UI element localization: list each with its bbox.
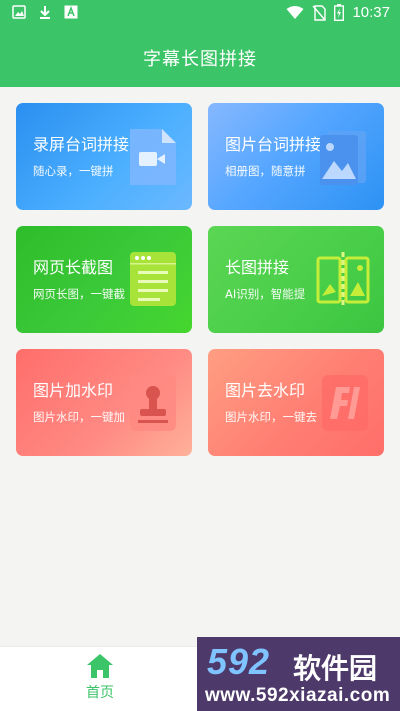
watermark-brand: 软件园 bbox=[293, 652, 378, 685]
app-bar: 字幕长图拼接 bbox=[0, 28, 400, 87]
status-time: 10:37 bbox=[352, 4, 390, 21]
card-subtitle: 相册图，随意拼 bbox=[225, 164, 306, 178]
card-remove-watermark[interactable]: 图片去水印 图片水印，一键去 bbox=[208, 349, 384, 456]
watermark-number: 592 bbox=[207, 641, 271, 682]
page-title: 字幕长图拼接 bbox=[143, 48, 257, 70]
card-title: 长图拼接 bbox=[225, 258, 290, 277]
webpage-document-icon bbox=[130, 252, 176, 306]
card-long-image-stitch[interactable]: 长图拼接 AI识别，智能提 bbox=[208, 226, 384, 333]
font-icon bbox=[64, 5, 78, 19]
card-screen-record-stitch[interactable]: 录屏台词拼接 随心录，一键拼 bbox=[16, 103, 192, 210]
card-title: 图片台词拼接 bbox=[225, 135, 322, 154]
home-icon bbox=[87, 654, 113, 678]
card-webpage-screenshot[interactable]: 网页长截图 网页长图，一键截 bbox=[16, 226, 192, 333]
battery-charging-icon bbox=[334, 4, 345, 21]
card-title: 图片加水印 bbox=[33, 381, 114, 400]
wifi-icon bbox=[286, 5, 304, 19]
card-subtitle: 图片水印，一键加 bbox=[33, 410, 125, 424]
card-title: 图片去水印 bbox=[225, 381, 306, 400]
stamp-icon bbox=[130, 375, 176, 431]
remove-watermark-icon bbox=[322, 375, 368, 431]
site-watermark: 592 软件园 www.592xiazai.com bbox=[197, 637, 400, 711]
status-bar: 10:37 bbox=[0, 0, 400, 28]
card-image-stitch[interactable]: 图片台词拼接 相册图，随意拼 bbox=[208, 103, 384, 210]
nav-home[interactable]: 首页 bbox=[70, 653, 130, 707]
card-subtitle: 图片水印，一键去 bbox=[225, 410, 317, 424]
no-sim-icon bbox=[312, 4, 327, 21]
card-add-watermark[interactable]: 图片加水印 图片水印，一键加 bbox=[16, 349, 192, 456]
nav-home-label: 首页 bbox=[86, 685, 114, 701]
split-image-icon bbox=[316, 252, 370, 308]
photo-album-icon bbox=[320, 131, 366, 185]
card-title: 网页长截图 bbox=[33, 258, 114, 277]
card-subtitle: AI识别，智能提 bbox=[225, 287, 306, 301]
watermark-url: www.592xiazai.com bbox=[205, 685, 391, 706]
card-title: 录屏台词拼接 bbox=[33, 135, 130, 154]
card-subtitle: 随心录，一键拼 bbox=[33, 164, 114, 178]
video-file-icon bbox=[130, 129, 176, 185]
card-subtitle: 网页长图，一键截 bbox=[33, 287, 125, 301]
image-icon bbox=[12, 5, 26, 19]
download-icon bbox=[40, 6, 50, 19]
